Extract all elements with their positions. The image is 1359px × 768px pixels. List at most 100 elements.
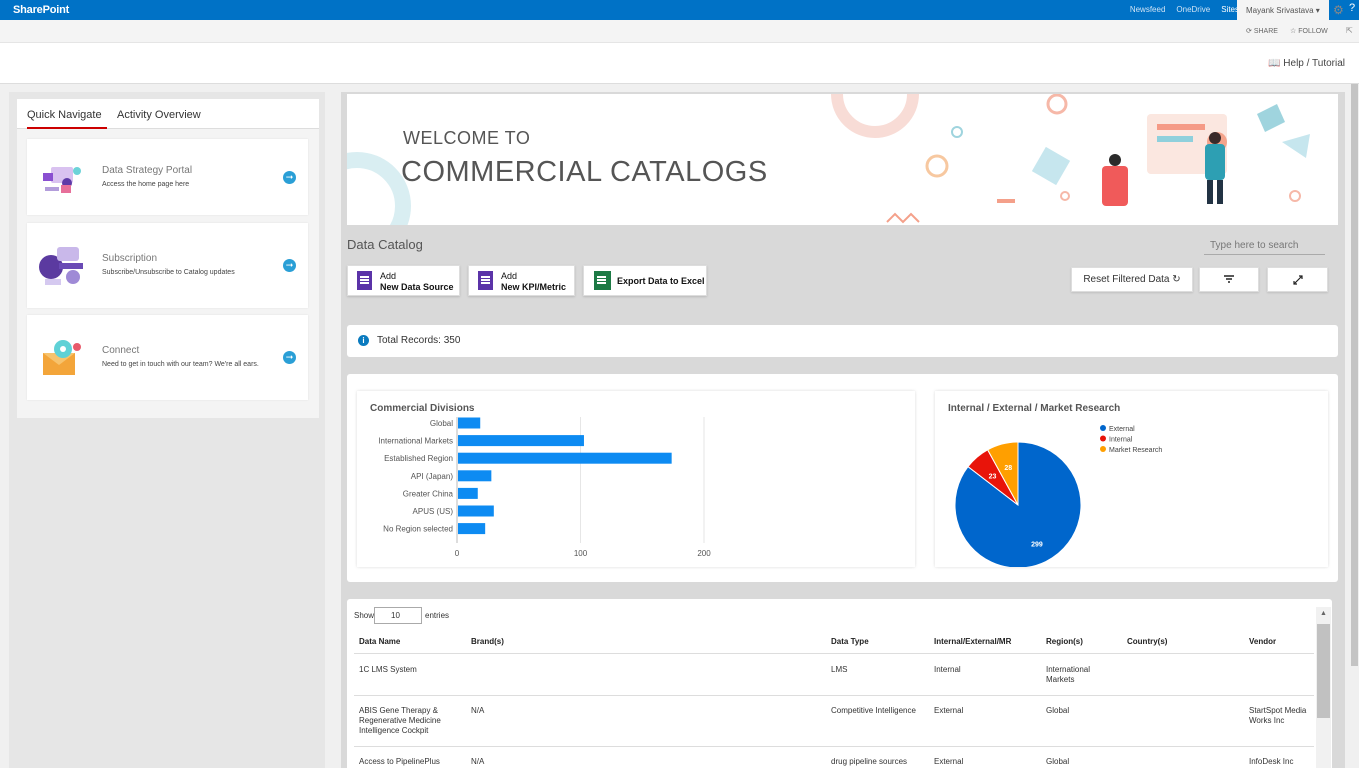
bar-chart: 0 100 200 Global International Markets Establ… xyxy=(378,417,711,558)
nav-card-subtitle: Need to get in touch with our team? We'r… xyxy=(102,361,259,368)
ribbon-row: ⟳ SHARE ☆ FOLLOW ⇱ xyxy=(0,20,1359,43)
cell-regions: Global xyxy=(1046,706,1070,715)
arrow-right-icon[interactable]: ➞ xyxy=(283,259,296,272)
nav-card-data-strategy-portal[interactable]: Data Strategy Portal Access the home pag… xyxy=(27,139,308,215)
column-header-regions[interactable]: Region(s) xyxy=(1046,637,1083,646)
cell-data-type: Competitive Intelligence xyxy=(831,706,916,715)
user-menu[interactable]: Mayank Srivastava ▾ xyxy=(1237,0,1329,20)
cell-data-type: LMS xyxy=(831,665,848,674)
left-tabs: Quick Navigate Activity Overview xyxy=(17,99,319,129)
bar xyxy=(458,487,478,499)
nav-card-title: Subscription xyxy=(102,253,158,264)
bar xyxy=(458,470,492,482)
nav-card-title: Connect xyxy=(102,345,140,356)
column-header-data-name[interactable]: Data Name xyxy=(359,637,400,646)
suite-bar: SharePoint Newsfeed OneDrive Sites Mayan… xyxy=(0,0,1359,20)
legend-entry: External xyxy=(1109,426,1135,433)
share-button[interactable]: ⟳ SHARE xyxy=(1246,27,1278,35)
reset-filtered-data-button[interactable]: Reset Filtered Data ↻ xyxy=(1071,267,1193,292)
bar-chart-card: Commercial Divisions 0 100 200 Global Intern… xyxy=(357,391,915,567)
slice-data-label: 23 xyxy=(989,473,997,480)
nav-card-connect[interactable]: Connect Need to get in touch with our te… xyxy=(27,315,308,400)
focus-content-icon[interactable]: ⇱ xyxy=(1346,26,1353,35)
button-label: Reset Filtered Data xyxy=(1083,274,1170,285)
nav-card-subscription[interactable]: Subscription Subscribe/Unsubscribe to Ca… xyxy=(27,223,308,308)
document-icon xyxy=(357,271,372,290)
info-icon: i xyxy=(358,335,369,346)
pie-chart-card: Internal / External / Market Research 29… xyxy=(935,391,1328,567)
help-tutorial-link[interactable]: 📖 Help / Tutorial xyxy=(1268,58,1345,69)
expand-icon xyxy=(1292,275,1303,285)
cell-regions: Global xyxy=(1046,757,1070,766)
cell-data-name[interactable]: ABIS Gene Therapy & Regenerative Medicin… xyxy=(359,706,455,736)
app-brand[interactable]: SharePoint xyxy=(13,4,69,16)
tab-activity-overview[interactable]: Activity Overview xyxy=(117,109,201,121)
column-header-vendor[interactable]: Vendor xyxy=(1249,637,1276,646)
entries-select[interactable]: 10 xyxy=(374,607,422,624)
cell-vendor: StartSpot Media Works Inc xyxy=(1249,706,1307,725)
connect-illustration-icon xyxy=(43,340,81,375)
slice-data-label: 28 xyxy=(1004,465,1012,472)
bar xyxy=(458,417,481,429)
nav-card-subtitle: Access the home page here xyxy=(102,181,190,188)
expand-button[interactable] xyxy=(1267,267,1328,292)
table-scrollbar[interactable]: ▲ xyxy=(1316,607,1331,768)
follow-button[interactable]: ☆ FOLLOW xyxy=(1290,27,1328,35)
nav-card-title: Data Strategy Portal xyxy=(102,165,193,176)
export-excel-button[interactable]: Export Data to Excel xyxy=(583,265,707,296)
catalog-search[interactable] xyxy=(1204,237,1325,255)
scroll-up-icon[interactable]: ▲ xyxy=(1320,610,1327,617)
column-header-countries[interactable]: Country(s) xyxy=(1127,637,1167,646)
total-records-bar: i Total Records: 350 xyxy=(347,325,1338,357)
cell-data-type: drug pipeline sources xyxy=(831,757,908,766)
help-question-icon[interactable]: ? xyxy=(1349,2,1355,14)
bar xyxy=(458,505,494,517)
arrow-right-icon[interactable]: ➞ xyxy=(283,351,296,364)
category-label: APUS (US) xyxy=(413,507,454,516)
cell-data-name[interactable]: 1C LMS System xyxy=(359,665,459,675)
x-tick-label: 200 xyxy=(697,549,711,558)
column-header-internal-external[interactable]: Internal/External/MR xyxy=(934,637,1011,646)
column-header-data-type[interactable]: Data Type xyxy=(831,637,869,646)
category-label: API (Japan) xyxy=(411,472,454,481)
cell-vendor: InfoDesk Inc xyxy=(1249,757,1294,766)
cell-brands: N/A xyxy=(471,757,485,766)
suite-link-newsfeed[interactable]: Newsfeed xyxy=(1130,5,1166,14)
arrow-right-icon[interactable]: ➞ xyxy=(283,171,296,184)
category-label: Greater China xyxy=(403,489,454,498)
suite-link-onedrive[interactable]: OneDrive xyxy=(1176,5,1210,14)
row-divider xyxy=(354,695,1314,696)
column-header-brands[interactable]: Brand(s) xyxy=(471,637,504,646)
legend-entry: Internal xyxy=(1109,437,1133,444)
entries-label: entries xyxy=(425,611,450,620)
table-scrollbar-thumb[interactable] xyxy=(1317,624,1330,718)
bar xyxy=(458,435,584,447)
refresh-icon: ↻ xyxy=(1172,274,1181,285)
banner-title: COMMERCIAL CATALOGS xyxy=(401,156,768,188)
category-label: Established Region xyxy=(384,454,453,463)
cell-regions: International Markets xyxy=(1046,665,1091,684)
category-label: No Region selected xyxy=(383,525,453,534)
filter-button[interactable] xyxy=(1199,267,1259,292)
add-data-source-button[interactable]: Add New Data Source xyxy=(347,265,460,296)
category-label: International Markets xyxy=(378,437,453,446)
share-label: SHARE xyxy=(1253,28,1278,35)
legend-marker xyxy=(1100,446,1106,452)
legend-marker xyxy=(1100,425,1106,431)
cell-data-name[interactable]: Access to PipelinePlus xyxy=(359,757,440,767)
cell-brands: N/A xyxy=(471,706,485,715)
follow-label: FOLLOW xyxy=(1298,28,1328,35)
settings-gear-icon[interactable]: ⚙ xyxy=(1333,3,1344,17)
bar xyxy=(458,452,672,464)
x-tick-label: 100 xyxy=(574,549,588,558)
suite-links: Newsfeed OneDrive Sites xyxy=(1130,5,1239,14)
tab-quick-navigate[interactable]: Quick Navigate xyxy=(27,109,107,129)
button-label: New KPI/Metric xyxy=(501,282,567,292)
add-kpi-metric-button[interactable]: Add New KPI/Metric xyxy=(468,265,575,296)
welcome-banner: WELCOME TO COMMERCIAL CATALOGS xyxy=(347,94,1338,225)
legend-entry: Market Research xyxy=(1109,447,1162,454)
catalog-search-input[interactable] xyxy=(1204,237,1325,254)
page-scrollbar[interactable] xyxy=(1350,84,1359,768)
charts-container: Commercial Divisions 0 100 200 Global Intern… xyxy=(347,374,1338,582)
page-scrollbar-thumb[interactable] xyxy=(1351,84,1358,666)
